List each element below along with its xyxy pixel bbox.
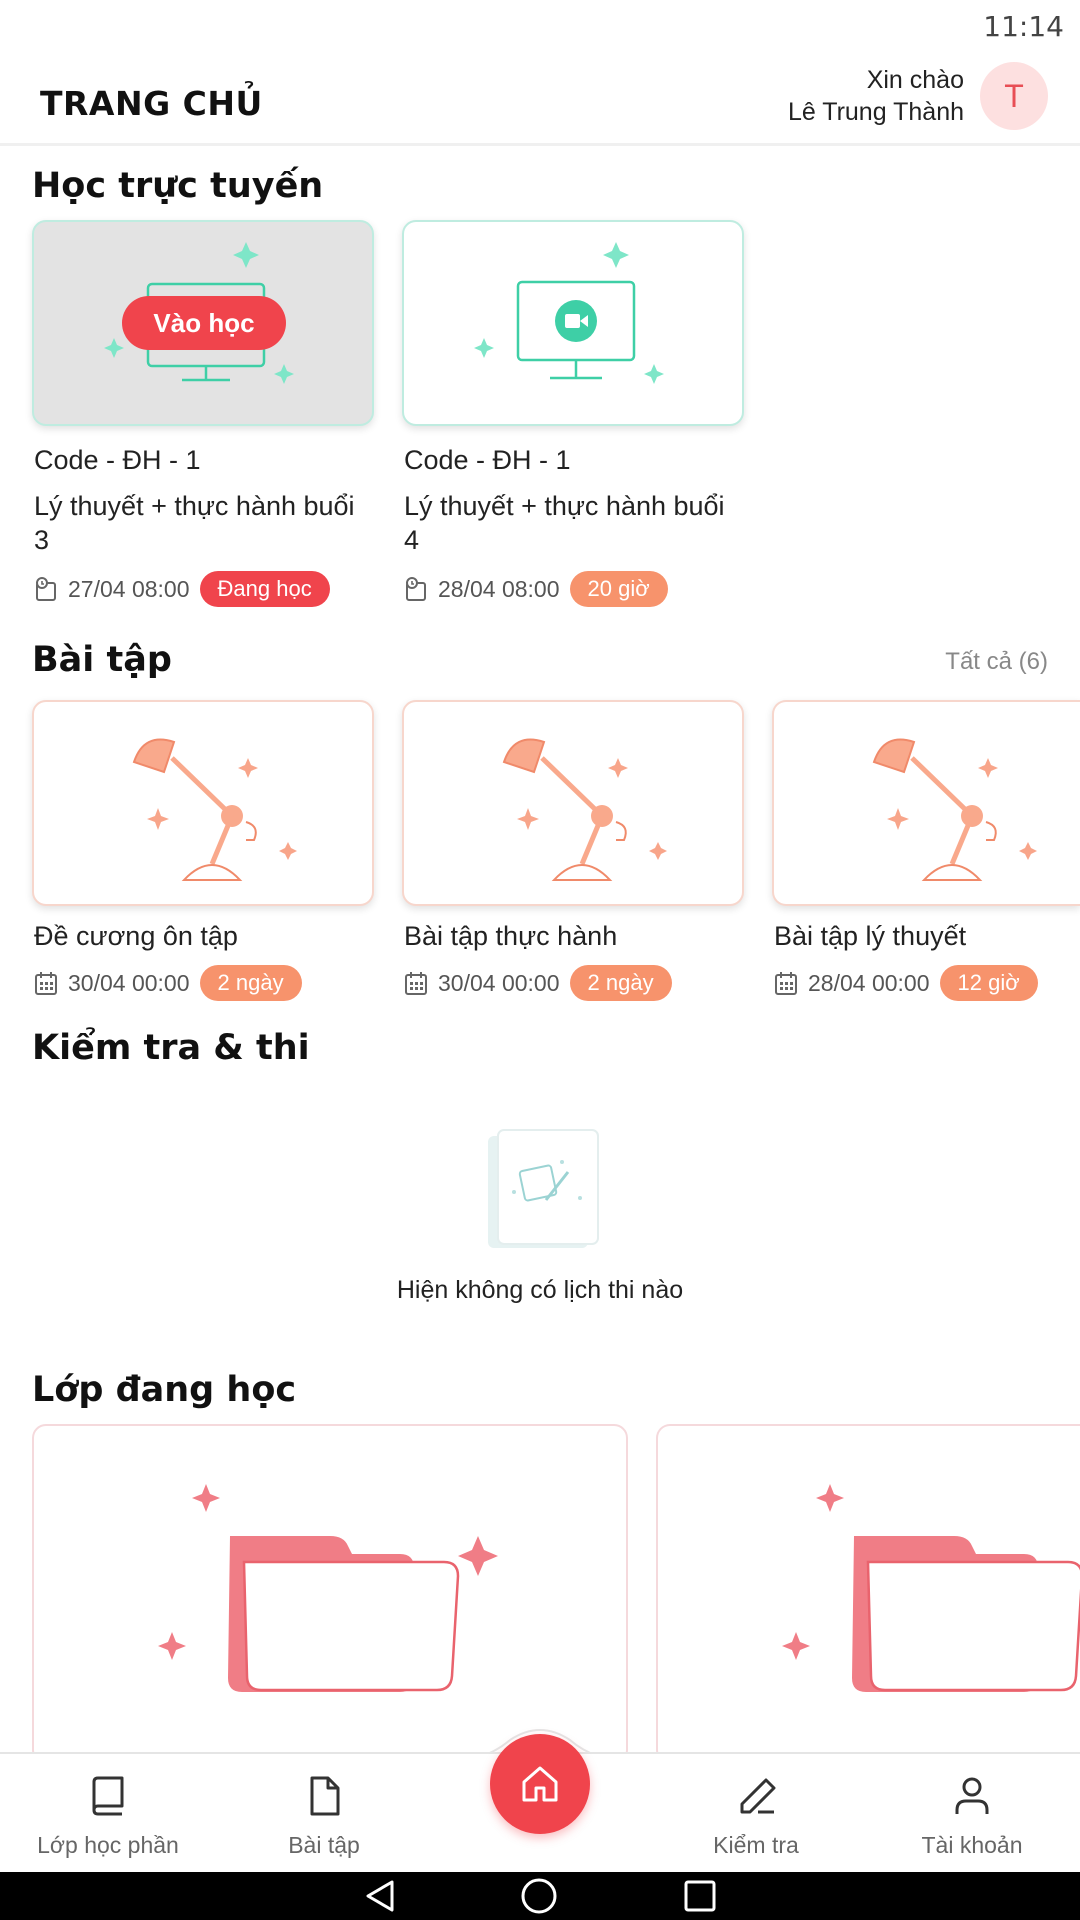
- countdown-badge: 20 giờ: [569, 571, 668, 607]
- online-card-image[interactable]: [402, 220, 744, 426]
- pen-icon: [740, 1778, 776, 1814]
- home-circle-icon[interactable]: [520, 1877, 558, 1915]
- due-datetime: 30/04 00:00: [68, 969, 190, 996]
- desk-lamp-illustration: [502, 738, 667, 881]
- countdown-badge: 2 ngày: [569, 965, 672, 1001]
- nav-item-account[interactable]: Tài khoản: [872, 1754, 1072, 1874]
- nav-label: Kiểm tra: [713, 1832, 799, 1858]
- desk-lamp-illustration: [872, 738, 1037, 881]
- status-time: 11:14: [983, 10, 1064, 43]
- classes-section-title: Lớp đang học: [32, 1370, 297, 1410]
- calendar-icon: [775, 972, 797, 995]
- lesson-title-line2: 4: [404, 525, 420, 555]
- calendar-icon: [405, 972, 427, 995]
- page-title: TRANG CHỦ: [40, 84, 263, 123]
- file-icon: [310, 1776, 340, 1816]
- nav-item-exams[interactable]: Kiểm tra: [656, 1754, 856, 1874]
- back-icon[interactable]: [362, 1878, 398, 1914]
- home-icon: [522, 1766, 558, 1802]
- desk-lamp-illustration: [132, 738, 297, 881]
- assignment-card-image[interactable]: [772, 700, 1080, 906]
- assignment-meta: 28/04 00:00 12 giờ: [774, 964, 1038, 1002]
- status-bar: 11:14: [0, 0, 1080, 50]
- lesson-datetime: 28/04 08:00: [438, 575, 560, 602]
- lesson-title-line2: 3: [34, 525, 50, 555]
- system-nav-bar: [0, 1872, 1080, 1920]
- user-icon: [955, 1777, 989, 1814]
- monitor-video-illustration: [474, 242, 664, 384]
- empty-exam-illustration: [488, 1129, 599, 1248]
- nav-label: Lớp học phần: [37, 1832, 179, 1858]
- countdown-badge: 12 giờ: [939, 965, 1038, 1001]
- nav-label: Bài tập: [288, 1832, 360, 1858]
- due-datetime: 28/04 00:00: [808, 969, 930, 996]
- avatar[interactable]: T: [980, 62, 1048, 130]
- app-header: TRANG CHỦ Xin chào Lê Trung Thành T: [0, 50, 1080, 146]
- countdown-badge: 2 ngày: [199, 965, 302, 1001]
- recents-icon[interactable]: [682, 1878, 718, 1914]
- assignment-meta: 30/04 00:00 2 ngày: [34, 964, 302, 1002]
- course-name: Code - ĐH - 1: [34, 445, 201, 475]
- status-badge: Đang học: [199, 571, 330, 607]
- lesson-title-line1: Lý thuyết + thực hành buổi: [34, 491, 355, 521]
- home-button[interactable]: [490, 1734, 590, 1834]
- folder-illustration: [158, 1484, 498, 1692]
- calendar-clock-icon: [36, 577, 56, 601]
- assignment-name: Bài tập thực hành: [404, 921, 618, 951]
- due-datetime: 30/04 00:00: [438, 969, 560, 996]
- join-class-button[interactable]: Vào học: [122, 296, 286, 350]
- nav-item-assignments[interactable]: Bài tập: [224, 1754, 424, 1874]
- assignment-meta: 30/04 00:00 2 ngày: [404, 964, 672, 1002]
- lesson-meta: 28/04 08:00 20 giờ: [404, 570, 668, 608]
- exams-section-title: Kiểm tra & thi: [32, 1028, 310, 1068]
- greeting-text: Xin chào: [866, 66, 964, 94]
- nav-item-classes[interactable]: Lớp học phần: [8, 1754, 208, 1874]
- assignment-card-image[interactable]: [32, 700, 374, 906]
- greeting: Xin chào Lê Trung Thành: [788, 64, 964, 128]
- nav-label: Tài khoản: [921, 1832, 1023, 1858]
- assignments-section-title: Bài tập: [32, 640, 172, 680]
- see-all-assignments-link[interactable]: Tất cả (6): [945, 648, 1048, 676]
- assignment-name: Đề cương ôn tập: [34, 921, 238, 951]
- calendar-icon: [35, 972, 57, 995]
- lesson-datetime: 27/04 08:00: [68, 575, 190, 602]
- class-card[interactable]: [656, 1424, 1080, 1764]
- online-section-title: Học trực tuyến: [32, 166, 324, 206]
- calendar-clock-icon: [406, 577, 426, 601]
- class-card[interactable]: [32, 1424, 628, 1764]
- user-name: Lê Trung Thành: [787, 98, 964, 126]
- online-card-image[interactable]: Vào học: [32, 220, 374, 426]
- folder-illustration: [782, 1484, 1080, 1692]
- assignment-name: Bài tập lý thuyết: [774, 921, 967, 951]
- no-exams-message: Hiện không có lịch thi nào: [396, 1276, 684, 1304]
- book-icon: [92, 1776, 124, 1816]
- lesson-meta: 27/04 08:00 Đang học: [34, 570, 330, 608]
- lesson-title-line1: Lý thuyết + thực hành buổi: [404, 491, 725, 521]
- assignment-card-image[interactable]: [402, 700, 744, 906]
- course-name: Code - ĐH - 1: [404, 445, 571, 475]
